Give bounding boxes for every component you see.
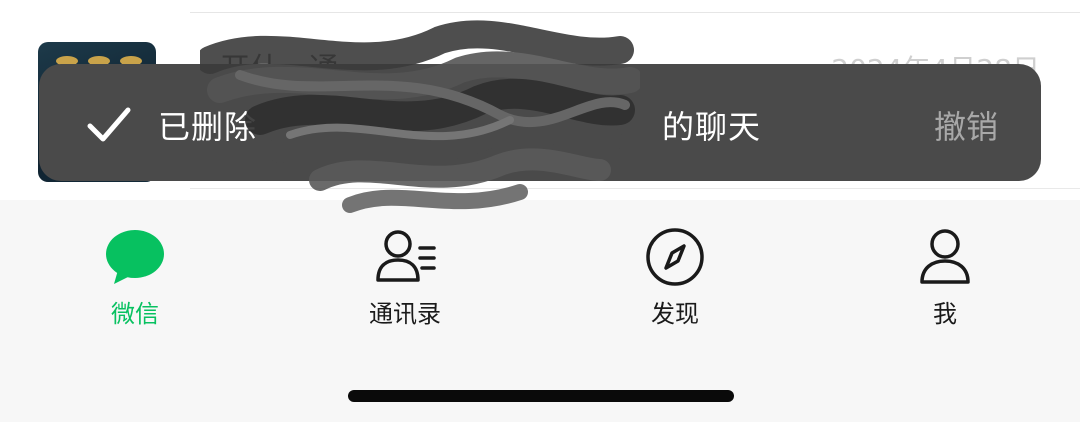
person-icon xyxy=(920,229,970,284)
undo-button[interactable]: 撤销 xyxy=(934,102,998,148)
tab-me[interactable]: 我 xyxy=(865,226,1025,336)
toast-message-prefix: 已删除 xyxy=(158,108,258,146)
divider xyxy=(190,188,1080,189)
tab-label: 通讯录 xyxy=(369,300,441,328)
home-indicator[interactable] xyxy=(348,390,734,402)
wechat-screen: 开什...通... 2024年4月28日 已删除 的聊天 撤销 微信 xyxy=(0,0,1080,422)
checkmark-icon xyxy=(87,107,131,142)
tab-discover[interactable]: 发现 xyxy=(595,226,755,336)
contacts-icon xyxy=(376,230,436,282)
tab-label: 发现 xyxy=(651,300,699,328)
tab-chats[interactable]: 微信 xyxy=(55,226,215,336)
tab-label: 我 xyxy=(933,300,957,328)
bottom-tab-bar: 微信 通讯录 发现 我 xyxy=(0,200,1080,422)
chat-bubble-icon xyxy=(106,230,164,284)
tab-contacts[interactable]: 通讯录 xyxy=(325,226,485,336)
toast-message-suffix: 的聊天 xyxy=(662,108,762,146)
compass-icon xyxy=(646,228,704,286)
divider xyxy=(190,12,1080,13)
tab-label: 微信 xyxy=(111,300,159,328)
